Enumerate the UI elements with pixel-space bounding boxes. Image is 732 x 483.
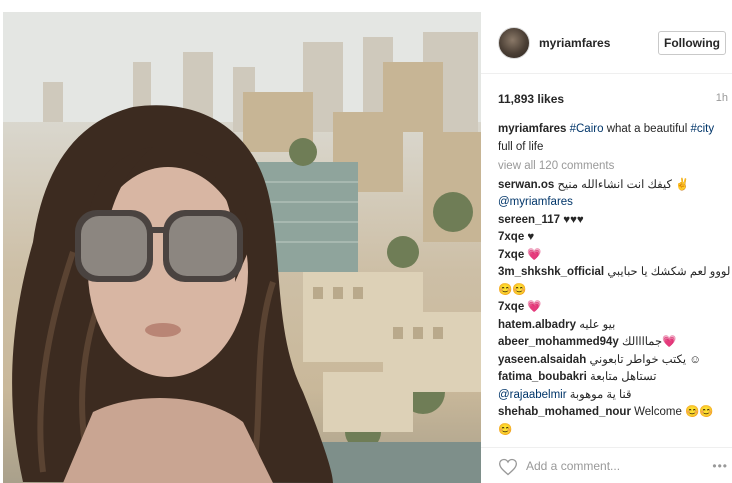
caption: myriamfares #Cairo what a beautiful #cit… — [498, 121, 730, 156]
hashtag-link[interactable]: #city — [690, 123, 714, 135]
comment-username[interactable]: 7xqe — [498, 231, 524, 243]
comment: @myriamfares — [498, 194, 730, 212]
comment-text: كيفك انت انشاءالله منيح ✌ — [554, 178, 690, 191]
comment-text: Welcome 😊😊 — [630, 406, 714, 418]
comment: 7xqe 💗 — [498, 247, 730, 265]
comment-username[interactable]: 7xqe — [498, 249, 524, 261]
avatar[interactable] — [498, 27, 530, 59]
comment: 7xqe ♥ — [498, 229, 730, 247]
comment-mention[interactable]: @rajaabelmir — [498, 389, 567, 401]
comment: yaseen.alsaidah يكتب خواطر تابعوني ☺ — [498, 352, 730, 370]
comment: hatem.albadry بيو عليه — [498, 317, 730, 335]
caption-text: what a beautiful — [603, 123, 691, 135]
comment-username[interactable]: yaseen.alsaidah — [498, 354, 586, 366]
hashtag-link[interactable]: #Cairo — [570, 123, 604, 135]
post-side-panel: myriamfares Following 11,893 likes 1h my… — [481, 12, 732, 483]
post-photo[interactable] — [3, 12, 481, 483]
comment: fatima_boubakri تستاهل متابعة — [498, 369, 730, 387]
view-all-comments-link[interactable]: view all 120 comments — [498, 158, 730, 176]
comment-username[interactable]: shehab_mohamed_nour — [498, 406, 631, 418]
following-button[interactable]: Following — [658, 31, 726, 55]
comment: serwan.os كيفك انت انشاءالله منيح ✌ — [498, 177, 730, 195]
more-options-icon[interactable]: ••• — [712, 459, 728, 473]
comment-username[interactable]: fatima_boubakri — [498, 371, 587, 383]
comment: 😊😊 — [498, 282, 730, 300]
comment-text: 😊 — [498, 423, 513, 436]
caption-username[interactable]: myriamfares — [498, 123, 566, 135]
comment: 😊 — [498, 422, 730, 440]
comment-username[interactable]: serwan.os — [498, 179, 554, 191]
comment-mention[interactable]: @myriamfares — [498, 196, 573, 208]
comments-list: myriamfares #Cairo what a beautiful #cit… — [498, 121, 730, 439]
comment-username[interactable]: 3m_shkshk_official — [498, 266, 604, 278]
comment-text: تستاهل متابعة — [586, 371, 657, 383]
post-time[interactable]: 1h — [716, 92, 728, 104]
add-comment-input[interactable]: Add a comment... — [526, 459, 620, 473]
comment-username[interactable]: sereen_117 — [498, 214, 560, 226]
heart-icon[interactable] — [498, 457, 518, 477]
comment-text: 😊😊 — [498, 283, 527, 296]
comment-username[interactable]: 7xqe — [498, 301, 524, 313]
comment: 3m_shkshk_official فولووو لعم شكشك يا حب… — [498, 264, 730, 282]
comment-text: بيو عليه — [575, 318, 616, 331]
photo-illustration — [3, 12, 481, 483]
comment-text: ♥♥♥ — [560, 213, 584, 226]
likes-count[interactable]: 11,893 likes — [498, 92, 564, 106]
comment-text: ♥ — [524, 231, 535, 243]
comment: @rajaabelmir قنا ية موهوبة — [498, 387, 730, 405]
post-header: myriamfares Following — [481, 12, 732, 74]
comment-text: فولووو لعم شكشك يا حبايبي — [604, 266, 730, 278]
comment: sereen_117 ♥♥♥ — [498, 212, 730, 230]
comment-username[interactable]: abeer_mohammed94y — [498, 336, 619, 348]
comment: shehab_mohamed_nour Welcome 😊😊 — [498, 404, 730, 422]
comment: 7xqe 💗 — [498, 299, 730, 317]
comment-text: 💗 — [524, 301, 542, 313]
comment-username[interactable]: hatem.albadry — [498, 319, 576, 331]
author-username[interactable]: myriamfares — [539, 36, 610, 50]
caption-text: full of life — [498, 140, 544, 153]
comment-text: يكتب خواطر تابعوني ☺ — [586, 353, 702, 366]
comment: abeer_mohammed94y جماااالك💗 — [498, 334, 730, 352]
comment-text: 💗 — [524, 248, 542, 261]
comment-text: جماااالك💗 — [618, 336, 677, 348]
comment-text: قنا ية موهوبة — [566, 388, 632, 401]
comment-bar: Add a comment... ••• — [481, 447, 732, 483]
